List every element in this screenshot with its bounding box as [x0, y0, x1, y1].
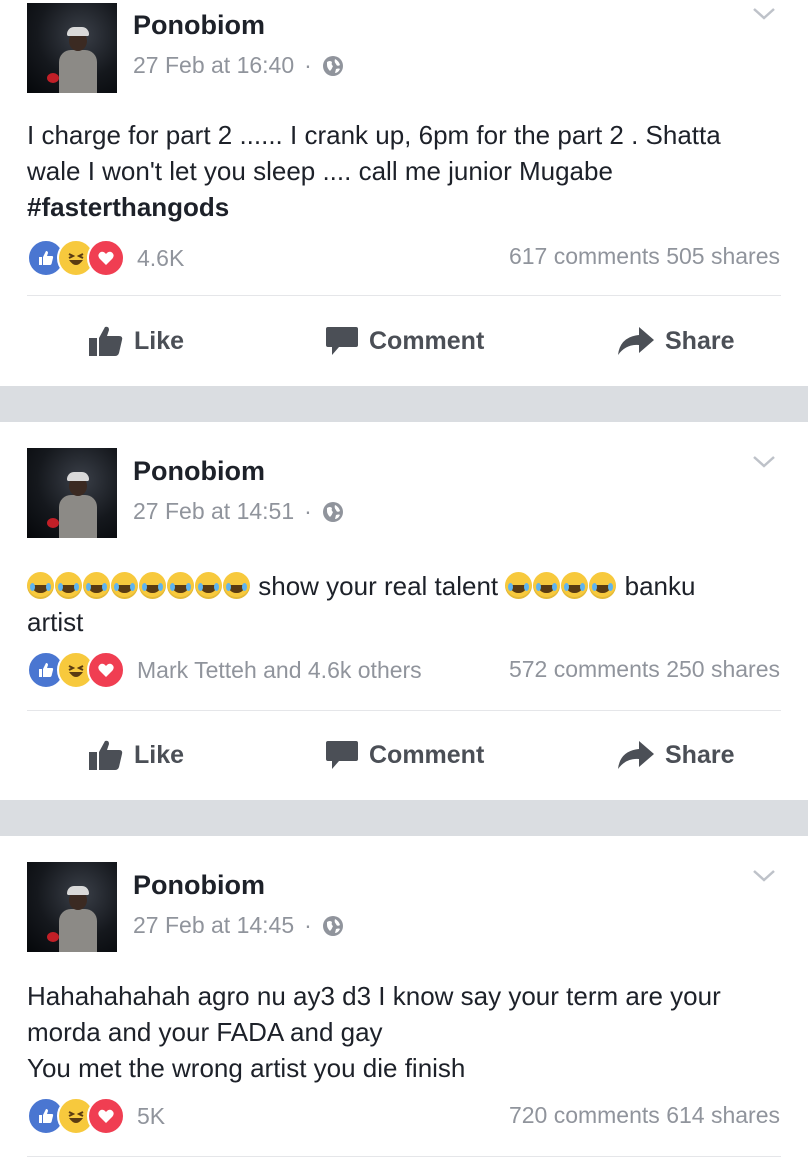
tears-of-joy-emoji	[533, 572, 561, 599]
post-text-fragment: show your real talent	[258, 571, 499, 601]
share-button[interactable]: Share	[617, 310, 734, 372]
globe-icon	[322, 55, 343, 76]
reactions-summary[interactable]: 5K	[27, 1096, 165, 1136]
shares-count[interactable]: 614 shares	[666, 1102, 780, 1128]
like-label: Like	[134, 326, 185, 355]
post-3: Ponobiom 27 Feb at 14:45 · Hahahahahah a…	[0, 836, 808, 1172]
tears-of-joy-emoji	[139, 572, 166, 599]
tears-of-joy-emoji	[589, 572, 617, 599]
post-stats[interactable]: 720 comments 614 shares	[509, 1102, 780, 1129]
post-meta: 27 Feb at 14:51 ·	[133, 498, 344, 525]
comments-count[interactable]: 617 comments	[509, 243, 660, 269]
reaction-count: Mark Tetteh and 4.6k others	[137, 656, 422, 683]
comments-count[interactable]: 572 comments	[509, 656, 660, 682]
post-text-line: morda and your FADA and gay	[27, 1017, 383, 1047]
post-text-line: artist	[27, 607, 84, 637]
post-text-line: You met the wrong artist you die finish	[27, 1053, 466, 1083]
tears-of-joy-emoji	[561, 572, 589, 599]
reaction-count: 5K	[137, 1102, 166, 1129]
post-text: Hahahahahah agro nu ay3 d3 I know say yo…	[27, 978, 787, 1086]
tears-of-joy-emoji	[55, 572, 82, 599]
tears-of-joy-emoji	[167, 572, 194, 599]
avatar[interactable]	[27, 448, 117, 538]
tears-of-joy-emoji	[27, 572, 54, 599]
post-text-line: Hahahahahah agro nu ay3 d3 I know say yo…	[27, 981, 721, 1011]
shares-count[interactable]: 250 shares	[666, 656, 780, 682]
love-reaction-icon	[87, 1097, 125, 1135]
comment-icon	[326, 741, 358, 769]
comment-icon	[326, 327, 358, 355]
share-label: Share	[665, 740, 735, 769]
comment-label: Comment	[369, 326, 485, 355]
tears-of-joy-emoji	[111, 572, 138, 599]
like-icon	[89, 740, 123, 770]
post-2: Ponobiom 27 Feb at 14:51 · show your rea…	[0, 422, 808, 800]
comment-button[interactable]: Comment	[325, 310, 484, 372]
like-button[interactable]: Like	[88, 310, 184, 372]
avatar[interactable]	[27, 862, 117, 952]
feed-separator	[0, 800, 808, 836]
action-bar: Like Comment Share	[0, 724, 808, 786]
timestamp[interactable]: 27 Feb at 14:51	[133, 498, 294, 525]
timestamp[interactable]: 27 Feb at 16:40	[133, 52, 294, 79]
like-label: Like	[134, 740, 185, 769]
timestamp[interactable]: 27 Feb at 14:45	[133, 912, 294, 939]
share-button[interactable]: Share	[617, 724, 734, 786]
globe-icon	[322, 501, 343, 522]
divider	[27, 710, 781, 711]
author-name[interactable]: Ponobiom	[133, 456, 265, 487]
share-icon	[618, 327, 654, 355]
divider	[27, 295, 781, 296]
chevron-down-icon[interactable]	[752, 6, 776, 22]
post-text-line: wale I won't let you sleep .... call me …	[27, 156, 613, 186]
post-text: show your real talent banku artist	[27, 568, 787, 640]
meta-separator: ·	[304, 52, 312, 78]
reactions-summary[interactable]: Mark Tetteh and 4.6k others	[27, 650, 422, 690]
like-button[interactable]: Like	[88, 724, 184, 786]
post-text-line: I charge for part 2 ...... I crank up, 6…	[27, 120, 721, 150]
author-name[interactable]: Ponobiom	[133, 870, 265, 901]
meta-separator: ·	[304, 912, 312, 938]
share-icon	[618, 741, 654, 769]
post-meta: 27 Feb at 16:40 ·	[133, 52, 344, 79]
tears-of-joy-emoji	[505, 572, 533, 599]
action-bar: Like Comment Share	[0, 310, 808, 372]
avatar[interactable]	[27, 3, 117, 93]
post-1: Ponobiom 27 Feb at 16:40 · I charge for …	[0, 0, 808, 386]
post-text-line: show your real talent banku	[27, 568, 787, 604]
tears-of-joy-emoji	[83, 572, 110, 599]
globe-icon	[322, 915, 343, 936]
like-icon	[89, 326, 123, 356]
meta-separator: ·	[304, 498, 312, 524]
chevron-down-icon[interactable]	[752, 454, 776, 470]
comments-count[interactable]: 720 comments	[509, 1102, 660, 1128]
tears-of-joy-emoji	[223, 572, 250, 599]
tears-of-joy-emoji	[195, 572, 222, 599]
comment-button[interactable]: Comment	[325, 724, 484, 786]
chevron-down-icon[interactable]	[752, 868, 776, 884]
love-reaction-icon	[87, 651, 125, 689]
post-text: I charge for part 2 ...... I crank up, 6…	[27, 117, 787, 225]
shares-count[interactable]: 505 shares	[666, 243, 780, 269]
reaction-count: 4.6K	[137, 244, 185, 271]
share-label: Share	[665, 326, 735, 355]
feed-separator	[0, 386, 808, 422]
author-name[interactable]: Ponobiom	[133, 10, 265, 41]
post-meta: 27 Feb at 14:45 ·	[133, 912, 344, 939]
hashtag-link[interactable]: #fasterthangods	[27, 189, 787, 225]
love-reaction-icon	[87, 239, 125, 277]
post-stats[interactable]: 617 comments 505 shares	[509, 243, 780, 270]
comment-label: Comment	[369, 740, 485, 769]
post-stats[interactable]: 572 comments 250 shares	[509, 656, 780, 683]
reactions-summary[interactable]: 4.6K	[27, 238, 184, 278]
post-text-fragment: banku	[624, 571, 696, 601]
divider	[27, 1156, 781, 1157]
